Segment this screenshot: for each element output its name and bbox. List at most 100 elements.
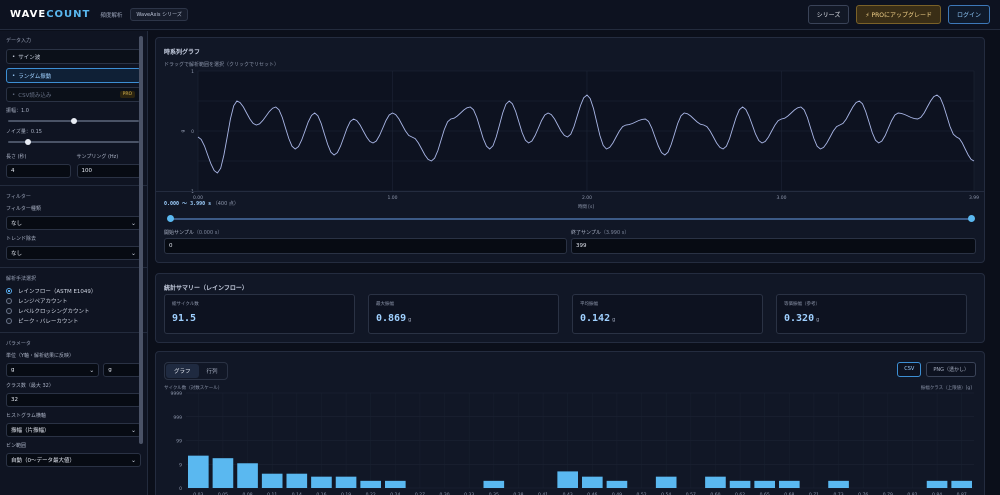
login-button[interactable]: ログイン: [947, 5, 990, 24]
top-bar: WAVECOUNT 頻度解析 WaveAxis シリーズ シリーズ ⚡ PROに…: [0, 0, 1000, 30]
noise-slider[interactable]: [8, 139, 139, 145]
source-option-random[interactable]: • ランダム振動: [6, 68, 141, 83]
range-readout: 0.000 ～ 3.990 s （400 点）: [164, 201, 239, 207]
radio-dot[interactable]: [6, 318, 12, 324]
length-input[interactable]: 4: [6, 164, 71, 178]
method-radio-level-crossing[interactable]: レベルクロッシングカウント: [6, 307, 141, 315]
sidebar-scrollbar[interactable]: [139, 36, 143, 444]
radio-dot[interactable]: [6, 298, 12, 304]
sampling-label: サンプリング (Hz): [76, 154, 119, 160]
y-tick-label: 1: [191, 69, 194, 75]
histogram-bar: [754, 480, 775, 488]
source-option-csv[interactable]: • CSV読み込み PRO: [6, 87, 141, 102]
app-logo[interactable]: WAVECOUNT: [10, 9, 90, 20]
filter-type-select[interactable]: なし ⌄: [6, 216, 141, 230]
stat-card-equivalent-amplitude: 等価振幅（参考） 0.320 g: [776, 294, 967, 334]
pro-upgrade-button[interactable]: ⚡ PROにアップグレード: [856, 5, 941, 24]
hist-axis-select[interactable]: 振幅（片振幅） ⌄: [6, 423, 141, 437]
y-tick-label: 9999: [171, 391, 183, 397]
amplitude-slider[interactable]: [8, 118, 139, 124]
class-count-label: クラス数（最大 32）: [6, 383, 54, 389]
histogram-bar: [335, 476, 357, 488]
series-button[interactable]: シリーズ: [807, 5, 850, 24]
histogram-bar: [779, 480, 800, 488]
app-subtitle: 頻度解析: [100, 12, 123, 19]
method-radio-range-pair[interactable]: レンジペアカウント: [6, 297, 141, 305]
chevron-down-icon: ⌄: [130, 249, 136, 257]
radio-dot[interactable]: [6, 288, 12, 294]
hist-axis-label: ヒストグラム横軸: [6, 413, 46, 419]
start-sample-input[interactable]: 0: [164, 238, 567, 254]
slider-knob[interactable]: [70, 118, 77, 124]
y-tick-label: 0: [191, 129, 194, 135]
histogram-bar: [212, 458, 234, 488]
trend-label: トレンド除去: [6, 236, 37, 242]
data-input-heading: データ入力: [6, 38, 32, 44]
timeseries-chart[interactable]: 0.00 1.00 2.00 3.00 3.9910-1g時間 [s]: [156, 66, 986, 216]
start-sample-label: 開始サンプル（0.000 s）: [164, 230, 223, 236]
histogram-bar: [951, 480, 972, 488]
histogram-bar: [606, 480, 628, 488]
slider-knob[interactable]: [24, 139, 31, 145]
stat-card-mean-amplitude: 平均振幅 0.142 g: [572, 294, 763, 334]
y-tick-label: 9: [179, 462, 182, 468]
histogram-bar: [385, 480, 406, 488]
range-slider[interactable]: [167, 215, 975, 222]
sidebar: データ入力˄ • サイン波 • ランダム振動 • CSV読み込みPRO 振幅：1…: [0, 31, 148, 495]
timeseries-title: 時系列グラフ: [164, 49, 201, 56]
method-radio-peak-valley[interactable]: ピーク・バレーカウント: [6, 317, 141, 325]
timeseries-panel: 時系列グラフ ドラッグで解析範囲を選択（クリックでリセット） 0.00 1.00 2…: [155, 37, 985, 263]
end-sample-label: 終了サンプル（3.990 s）: [571, 230, 630, 236]
unit-custom-input[interactable]: g: [103, 363, 141, 377]
source-option-sine[interactable]: • サイン波: [6, 49, 141, 64]
histogram-bar: [828, 480, 849, 488]
noise-label: ノイズ量：0.15: [6, 129, 42, 135]
histogram-chart[interactable]: 099999999990.030.050.080.110.140.160.190…: [156, 390, 986, 495]
histogram-bar: [311, 476, 332, 488]
x-tick-label: 3.00: [776, 195, 786, 201]
histogram-bar: [237, 463, 258, 488]
method-radio-rainflow[interactable]: レインフロー（ASTM E1049）: [6, 287, 141, 295]
unit-label: 単位（Y軸・解析結果に反映）: [6, 353, 75, 359]
main-content: 時系列グラフ ドラッグで解析範囲を選択（クリックでリセット） 0.00 1.00 2…: [148, 31, 1000, 495]
radio-dot[interactable]: [6, 308, 12, 314]
x-axis-label: 時間 [s]: [578, 204, 595, 210]
histogram-bar: [729, 480, 751, 488]
chevron-down-icon: ⌄: [130, 219, 136, 227]
stat-card-total-cycles: 総サイクル数 91.5: [164, 294, 355, 334]
histogram-bar: [261, 473, 283, 488]
x-tick-label: 2.00: [582, 195, 592, 201]
unit-select[interactable]: g ⌄: [6, 363, 100, 377]
summary-panel: 統計サマリー（レインフロー） 総サイクル数 91.5 最大振幅 0.869 g 平均振…: [155, 273, 985, 343]
histogram-bar: [655, 476, 677, 488]
chevron-down-icon: ⌄: [130, 426, 136, 434]
y-tick-label: -1: [190, 189, 195, 195]
tab-matrix[interactable]: 行列: [199, 364, 226, 378]
chevron-down-icon: ⌄: [89, 366, 95, 374]
histogram-bar: [582, 476, 603, 488]
csv-export-button[interactable]: CSV: [897, 362, 922, 377]
range-start-handle[interactable]: [167, 215, 174, 222]
y-axis-label: g: [181, 129, 186, 132]
x-tick-label: 3.99: [969, 195, 979, 201]
y-tick-label: 999: [173, 415, 182, 421]
tab-graph[interactable]: グラフ: [166, 364, 199, 378]
class-count-input[interactable]: 32: [6, 393, 141, 407]
histogram-bar: [926, 480, 948, 488]
histogram-bar: [360, 480, 381, 488]
trend-select[interactable]: なし ⌄: [6, 246, 141, 260]
histogram-panel: グラフ 行列 CSV PNG（透かし） サイクル数（対数スケール） 振幅クラス（…: [155, 351, 985, 495]
histogram-bar: [705, 476, 726, 488]
sampling-input[interactable]: 100: [76, 164, 141, 178]
end-sample-input[interactable]: 399: [571, 238, 976, 254]
amplitude-label: 振幅：1.0: [6, 108, 29, 114]
png-export-button[interactable]: PNG（透かし）: [926, 362, 976, 377]
series-badge: WaveAxis シリーズ: [130, 8, 188, 21]
histogram-bar: [483, 480, 505, 488]
bin-range-select[interactable]: 自動（0〜データ最大値） ⌄: [6, 453, 141, 467]
method-heading: 解析手法選択: [6, 276, 37, 282]
histogram-bar: [557, 471, 578, 488]
range-end-handle[interactable]: [968, 215, 975, 222]
y-tick-label: 99: [176, 439, 182, 445]
length-label: 長さ (秒): [6, 154, 27, 160]
